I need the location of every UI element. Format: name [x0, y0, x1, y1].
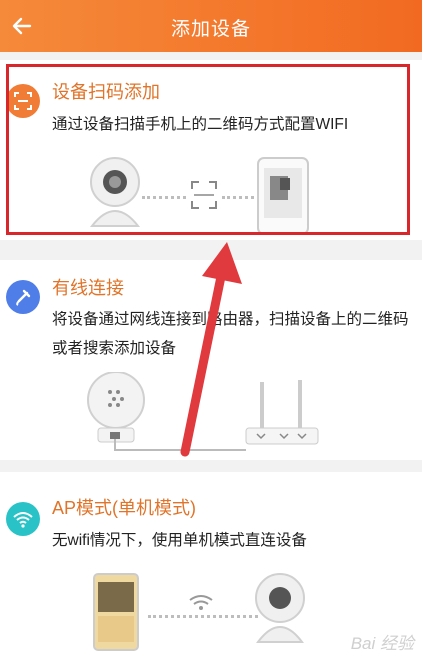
annotation-arrow	[180, 242, 242, 457]
